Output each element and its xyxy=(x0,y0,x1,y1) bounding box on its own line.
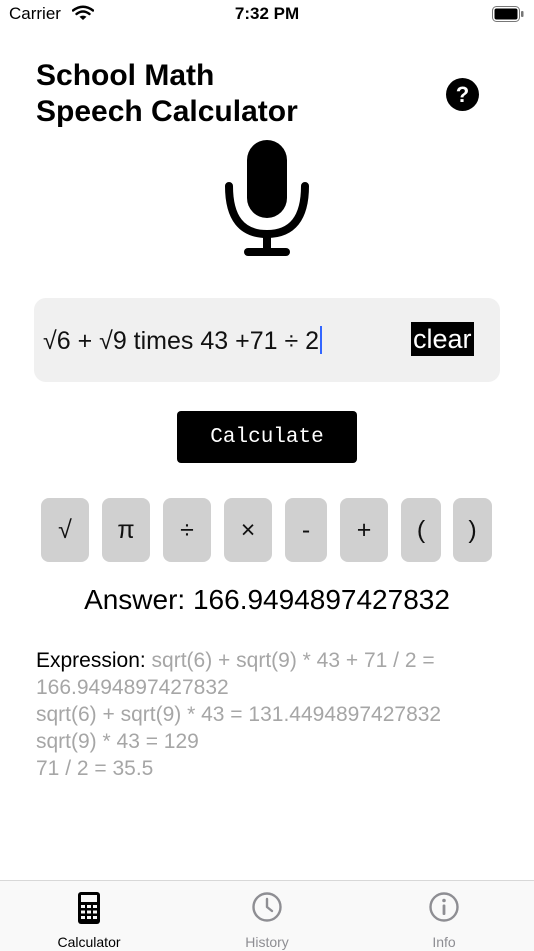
pi-key[interactable]: π xyxy=(102,498,150,562)
expression-input-value: √6 + √9 times 43 +71 ÷ 2 xyxy=(43,327,320,355)
answer-text: Answer: 166.9494897427832 xyxy=(84,584,450,615)
multiply-key[interactable]: × xyxy=(224,498,272,562)
minus-key[interactable]: - xyxy=(285,498,327,562)
page-title: School Math Speech Calculator xyxy=(36,58,298,130)
expression-label: Expression: xyxy=(36,649,146,672)
expression-input-text[interactable]: √6 + √9 times 43 +71 ÷ 2 xyxy=(43,326,323,356)
status-bar: Carrier 7:32 PM xyxy=(0,0,534,30)
tab-history[interactable]: History xyxy=(207,881,327,951)
tab-calculator-label: Calculator xyxy=(57,934,121,950)
open-paren-key[interactable]: ( xyxy=(401,498,441,562)
divide-key[interactable]: ÷ xyxy=(163,498,211,562)
expression-input-field[interactable]: √6 + √9 times 43 +71 ÷ 2 clear xyxy=(34,298,500,382)
microphone-button[interactable] xyxy=(223,140,311,263)
microphone-icon xyxy=(225,140,309,256)
clock-icon xyxy=(252,892,282,922)
tab-info[interactable]: Info xyxy=(384,881,504,951)
battery-icon xyxy=(492,6,524,22)
sqrt-key[interactable]: √ xyxy=(41,498,89,562)
info-icon xyxy=(429,892,459,922)
plus-key[interactable]: + xyxy=(340,498,388,562)
tab-history-label: History xyxy=(245,934,289,950)
expression-line: sqrt(9) * 43 = 129 xyxy=(36,730,199,753)
calculate-button[interactable]: Calculate xyxy=(177,411,357,463)
expression-line: 71 / 2 = 35.5 xyxy=(36,757,154,780)
text-caret xyxy=(320,326,323,354)
expression-line: sqrt(6) + sqrt(9) * 43 = 131.44948974278… xyxy=(36,703,442,726)
tab-bar: Calculator History Info xyxy=(0,880,534,951)
help-button[interactable]: ? xyxy=(446,78,479,111)
clear-button[interactable]: clear xyxy=(411,322,474,356)
title-line-2: Speech Calculator xyxy=(36,95,298,128)
tab-calculator[interactable]: Calculator xyxy=(29,881,149,951)
expression-breakdown: Expression: sqrt(6) + sqrt(9) * 43 + 71 … xyxy=(36,647,506,782)
status-time: 7:32 PM xyxy=(234,4,300,23)
title-line-1: School Math xyxy=(36,59,215,92)
close-paren-key[interactable]: ) xyxy=(453,498,492,562)
question-mark-icon: ? xyxy=(455,81,470,107)
calculator-icon xyxy=(78,892,100,924)
tab-info-label: Info xyxy=(432,934,456,950)
